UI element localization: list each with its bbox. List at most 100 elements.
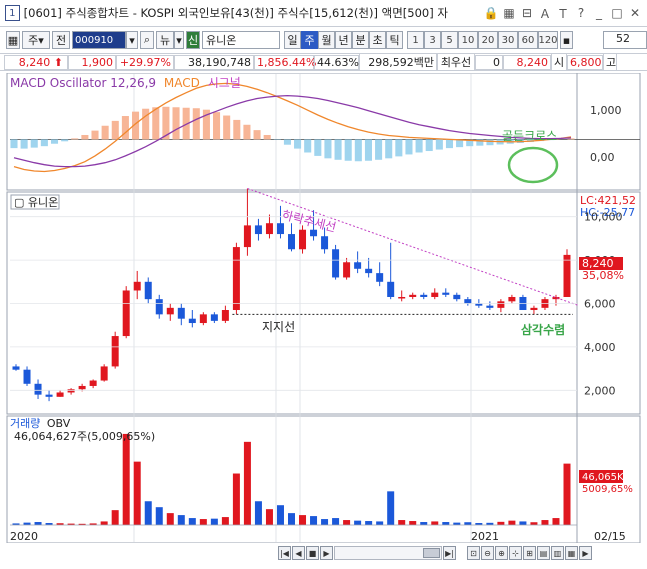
macd-osc-bar	[10, 139, 18, 149]
candle	[288, 234, 295, 250]
settings-icon[interactable]: ▪	[560, 31, 573, 49]
candle	[56, 392, 64, 397]
volume-bar	[243, 441, 251, 525]
candle	[23, 369, 31, 384]
period-tab-1[interactable]: 주	[301, 31, 318, 49]
prev-button[interactable]: 전	[52, 31, 70, 49]
letter-t-icon[interactable]: Ｔ	[555, 5, 571, 21]
macd-osc-bar	[40, 139, 48, 147]
period-tabs: 일주월년분초틱	[284, 31, 403, 49]
type-select[interactable]: 주 ▾	[22, 31, 50, 49]
stock-name-field[interactable]: 유니온	[202, 31, 280, 49]
period-tab-5[interactable]: 초	[369, 31, 386, 49]
candle	[89, 380, 97, 386]
type-select-value: 주	[28, 34, 39, 47]
volume-bar	[288, 513, 295, 525]
macd-osc-bar	[223, 115, 231, 140]
scroll-thumb[interactable]	[423, 548, 440, 558]
zoom-in-icon[interactable]: ⊕	[495, 546, 508, 560]
stop-button[interactable]: ■	[306, 546, 319, 560]
help-icon[interactable]: ?	[573, 5, 589, 21]
macd-osc-bar	[192, 108, 200, 140]
candle	[45, 394, 53, 397]
volume-bar	[34, 522, 42, 525]
news-dropdown[interactable]: ▾	[174, 31, 184, 49]
period-number-60[interactable]: 60	[518, 31, 538, 49]
right-date-label: 02/15	[594, 530, 626, 543]
volume-bar	[111, 510, 119, 525]
candle	[111, 336, 119, 367]
macd-osc-bar	[101, 125, 109, 140]
maximize-icon[interactable]: □	[609, 5, 625, 21]
print-icon[interactable]: ▥	[551, 546, 564, 560]
scroll-next-button[interactable]: ▶	[320, 546, 333, 560]
macd-osc-bar	[20, 139, 28, 149]
volume-percent: 1,856.44%	[254, 54, 316, 70]
scroll-first-button[interactable]: |◀	[278, 546, 291, 560]
period-number-1[interactable]: 1	[407, 31, 424, 49]
up-arrow-icon: ⬆	[50, 55, 63, 69]
macd-osc-bar	[415, 139, 423, 153]
text-icon[interactable]: Ａ	[537, 5, 553, 21]
volume-bar	[100, 521, 108, 525]
candle	[12, 366, 20, 370]
macd-osc-bar	[111, 120, 119, 140]
candle	[365, 268, 373, 274]
volume-bar	[343, 520, 351, 525]
period-tab-6[interactable]: 틱	[386, 31, 403, 49]
scroll-last-button[interactable]: ▶|	[443, 546, 456, 560]
grid-icon[interactable]: ▦	[6, 31, 20, 49]
period-tab-4[interactable]: 분	[352, 31, 369, 49]
volume-bar	[188, 518, 196, 525]
ruler-icon[interactable]: ⊞	[523, 546, 536, 560]
period-tab-0[interactable]: 일	[284, 31, 301, 49]
candle	[232, 247, 240, 311]
window-controls: 🔒 ▦ ⊟ Ａ Ｔ? _ □ ✕	[481, 5, 643, 21]
period-number-120[interactable]: 120	[538, 31, 558, 49]
cursor-icon[interactable]: ⊹	[509, 546, 522, 560]
period-number-5[interactable]: 5	[441, 31, 458, 49]
candle	[409, 294, 417, 297]
news-button[interactable]: 뉴	[156, 31, 174, 49]
turnover-ratio: 44.63%	[314, 54, 359, 70]
x-label-2021: 2021	[471, 530, 499, 543]
candle	[254, 225, 262, 235]
volume-bar	[299, 515, 307, 525]
period-number-30[interactable]: 30	[498, 31, 518, 49]
search-icon[interactable]: ⌕	[140, 31, 154, 49]
zoom-out-icon[interactable]: ⊖	[481, 546, 494, 560]
minimize-icon[interactable]: _	[591, 5, 607, 21]
volume-bar	[365, 521, 373, 525]
candle	[221, 310, 229, 321]
zoom-fit-icon[interactable]: ⊡	[467, 546, 480, 560]
macd-osc-bar	[405, 139, 413, 155]
data-icon[interactable]: ▤	[537, 546, 550, 560]
volume-bar	[431, 521, 439, 525]
macd-osc-bar	[334, 139, 342, 160]
count-input[interactable]: 52	[603, 31, 647, 49]
period-number-20[interactable]: 20	[478, 31, 498, 49]
scroll-prev-button[interactable]: ◀	[292, 546, 305, 560]
change-percent: +29.97%	[116, 54, 174, 70]
code-input[interactable]: 000910	[72, 31, 126, 49]
macd-osc-bar	[91, 130, 99, 140]
macd-osc-bar	[263, 134, 271, 140]
scroll-right-icon[interactable]: ▶	[579, 546, 592, 560]
candle	[354, 262, 362, 269]
candle	[78, 385, 86, 390]
period-number-3[interactable]: 3	[424, 31, 441, 49]
save-icon[interactable]: ▦	[565, 546, 578, 560]
close-icon[interactable]: ✕	[627, 5, 643, 21]
period-tab-3[interactable]: 년	[335, 31, 352, 49]
window-titlebar: 1 [0601] 주식종합차트 - KOSPI 외국인보유[43(천)] 주식수…	[0, 0, 647, 27]
volume-bar	[354, 520, 362, 525]
period-tab-2[interactable]: 월	[318, 31, 335, 49]
chart-area[interactable]: MACD Oscillator 12,26,9 MACD 시그널 1,000 0…	[0, 73, 647, 543]
code-dropdown[interactable]: ▾	[126, 31, 138, 49]
scroll-track[interactable]	[334, 546, 442, 560]
period-number-10[interactable]: 10	[458, 31, 478, 49]
lock-icon[interactable]: 🔒	[483, 5, 499, 21]
chart-icon[interactable]: ⊟	[519, 5, 535, 21]
volume-bar	[387, 491, 395, 525]
grid-icon[interactable]: ▦	[501, 5, 517, 21]
